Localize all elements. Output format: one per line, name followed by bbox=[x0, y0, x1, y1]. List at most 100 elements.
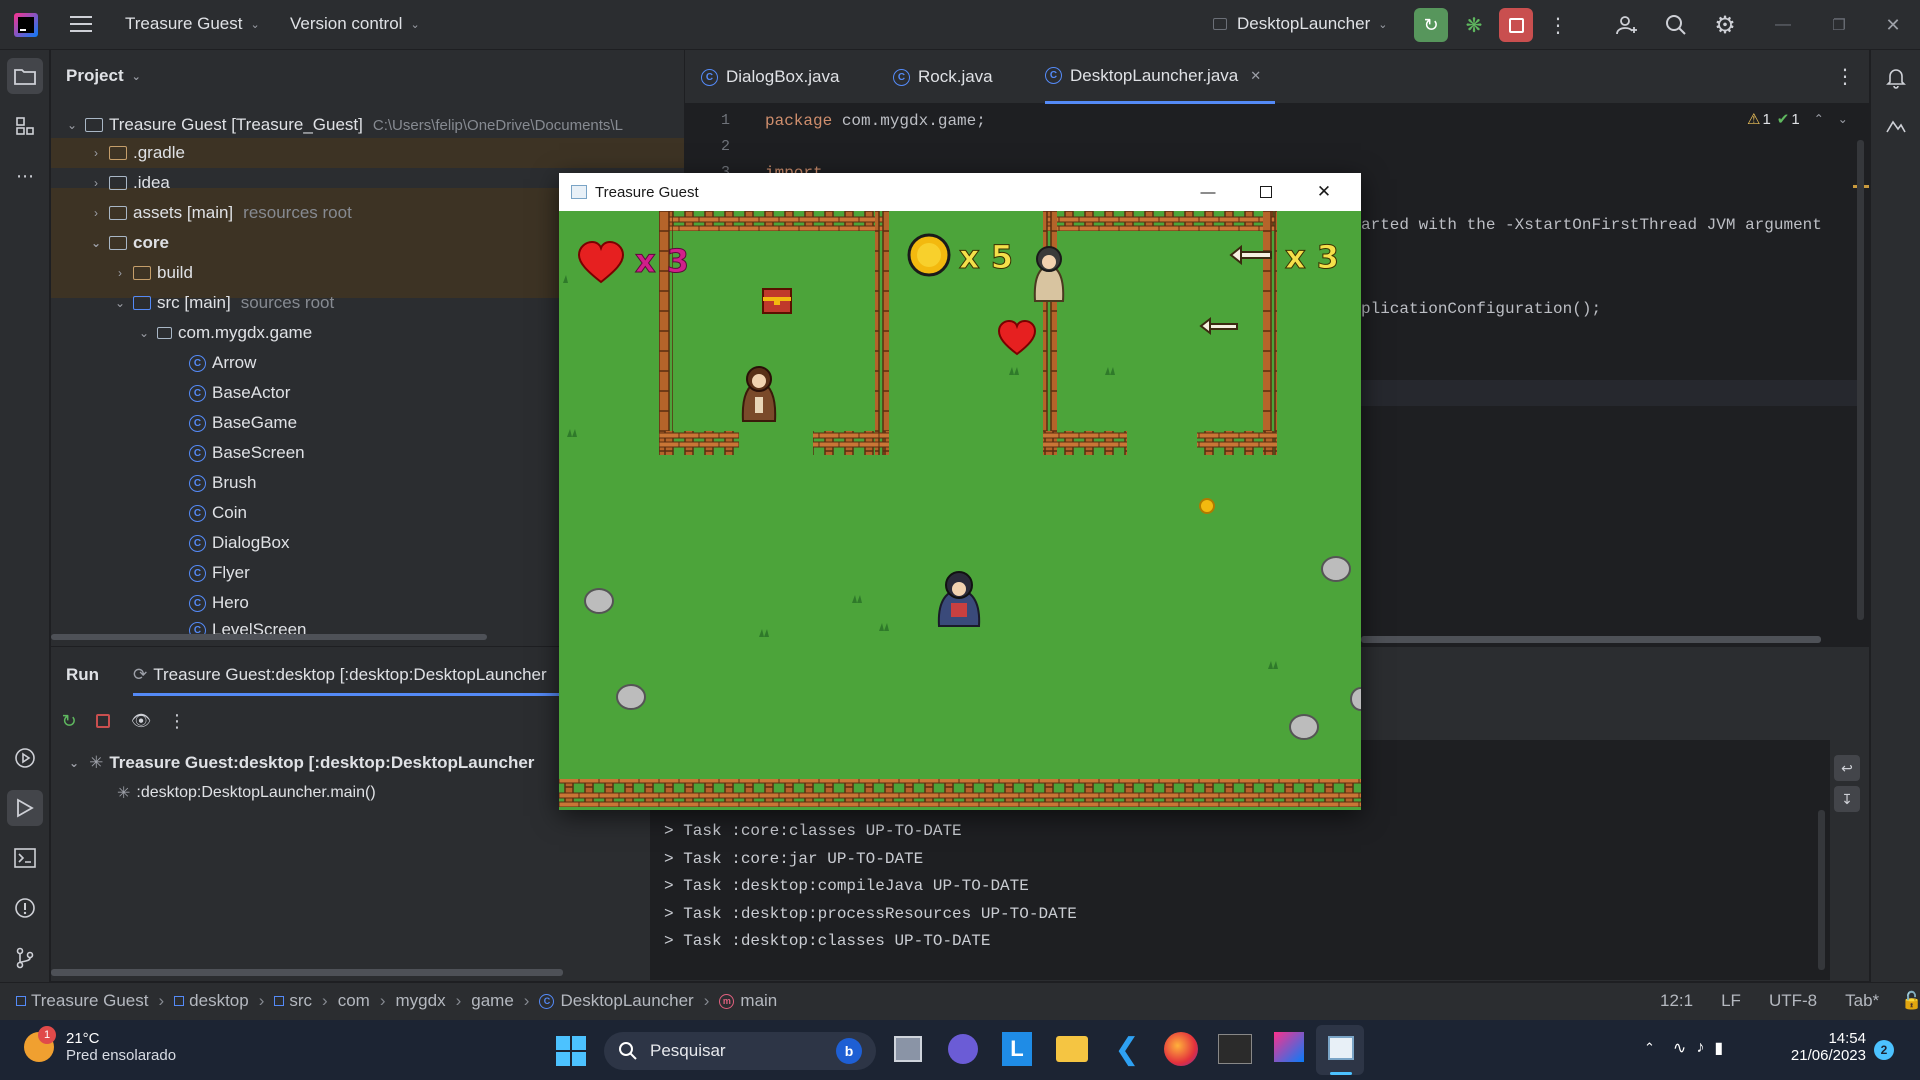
tree-class-item[interactable]: C BaseScreen bbox=[189, 438, 305, 468]
run-tool-button[interactable] bbox=[7, 790, 43, 826]
game-window[interactable]: Treasure Guest — ✕ x 3 x 5 x 3 bbox=[559, 173, 1361, 810]
java-app-icon[interactable] bbox=[1328, 1036, 1354, 1060]
system-tray[interactable]: ⌃ ∿ ♪ ▮ bbox=[1644, 1038, 1723, 1058]
add-user-icon[interactable] bbox=[1612, 10, 1642, 40]
tree-item-src[interactable]: ⌄ src [main] sources root bbox=[111, 288, 334, 318]
tree-class-item[interactable]: C BaseGame bbox=[189, 408, 297, 438]
problems-icon[interactable] bbox=[7, 890, 43, 926]
breadcrumb-item[interactable]: game bbox=[471, 991, 514, 1011]
vscode-icon[interactable]: ❮ bbox=[1110, 1032, 1144, 1066]
lock-icon[interactable]: 🔓 bbox=[1901, 991, 1920, 1011]
wifi-icon[interactable]: ∿ bbox=[1673, 1038, 1686, 1058]
project-panel-header[interactable]: Project ⌄ bbox=[66, 66, 141, 86]
chevron-up-icon[interactable]: ⌃ bbox=[1814, 112, 1824, 126]
ai-assistant-icon[interactable] bbox=[1878, 108, 1914, 144]
more-actions-icon[interactable]: ⋮ bbox=[1548, 10, 1568, 40]
soft-wrap-icon[interactable]: ↩ bbox=[1834, 755, 1860, 781]
game-scene[interactable]: x 3 x 5 x 3 bbox=[559, 211, 1361, 810]
intellij-app-icon[interactable] bbox=[1274, 1032, 1304, 1062]
vcs-selector[interactable]: Version control ⌄ bbox=[290, 14, 420, 34]
teams-chat-icon[interactable] bbox=[948, 1034, 978, 1064]
close-tab-icon[interactable]: ✕ bbox=[1250, 68, 1261, 84]
taskbar-search[interactable]: Pesquisar b bbox=[604, 1032, 876, 1070]
terminal-app-icon[interactable] bbox=[1218, 1034, 1252, 1064]
tree-class-item[interactable]: C BaseActor bbox=[189, 378, 290, 408]
chevron-down-icon[interactable]: ⌄ bbox=[1838, 112, 1848, 126]
run-tree-scrollbar[interactable] bbox=[51, 969, 563, 976]
rerun-icon[interactable]: ↻ bbox=[57, 709, 81, 733]
tree-class-item[interactable]: C Hero bbox=[189, 588, 249, 618]
firefox-icon[interactable] bbox=[1164, 1032, 1198, 1066]
task-view-icon[interactable] bbox=[894, 1036, 922, 1062]
notifications-bell-icon[interactable] bbox=[1878, 60, 1914, 96]
code-partial-line[interactable]: plicationConfiguration(); bbox=[1361, 300, 1601, 318]
game-window-titlebar[interactable]: Treasure Guest — ✕ bbox=[559, 173, 1361, 211]
rerun-button[interactable]: ↻ bbox=[1414, 8, 1448, 42]
code-partial-line[interactable]: arted with the -XstartOnFirstThread JVM … bbox=[1361, 216, 1822, 234]
tab-desktoplauncher[interactable]: C DesktopLauncher.java ✕ bbox=[1045, 50, 1276, 104]
eye-icon[interactable]: 👁 bbox=[129, 709, 153, 733]
breadcrumb-item[interactable]: Treasure Guest bbox=[16, 991, 148, 1011]
close-icon[interactable]: ✕ bbox=[1311, 179, 1337, 205]
tab-options-icon[interactable]: ⋮ bbox=[1835, 64, 1855, 89]
project-tool-button[interactable] bbox=[7, 58, 43, 94]
file-explorer-icon[interactable] bbox=[1056, 1036, 1088, 1062]
tab-dialogbox[interactable]: C DialogBox.java bbox=[701, 50, 839, 104]
volume-icon[interactable]: ♪ bbox=[1696, 1039, 1704, 1057]
tree-item-build[interactable]: › build bbox=[111, 258, 193, 288]
code-line-1[interactable]: package com.mygdx.game; bbox=[765, 108, 986, 134]
tree-item-gradle[interactable]: › .gradle bbox=[87, 138, 185, 168]
more-actions-icon[interactable]: ⋮ bbox=[168, 709, 186, 733]
structure-tool-button[interactable] bbox=[7, 108, 43, 144]
tree-class-item[interactable]: C Coin bbox=[189, 498, 247, 528]
tree-class-item[interactable]: C Brush bbox=[189, 468, 256, 498]
caret-position[interactable]: 12:1 bbox=[1660, 991, 1693, 1011]
minimize-icon[interactable]: — bbox=[1770, 12, 1796, 38]
libreoffice-icon[interactable]: L bbox=[1002, 1032, 1032, 1066]
editor-horizontal-scrollbar[interactable] bbox=[1361, 636, 1821, 643]
inspection-widget[interactable]: ⚠ 1 ✔ 1 ⌃ ⌄ bbox=[1747, 110, 1848, 129]
tree-item-core[interactable]: ⌄ core bbox=[87, 228, 169, 258]
run-tree-root[interactable]: ⌄ ✳ Treasure Guest:desktop [:desktop:Des… bbox=[69, 753, 534, 773]
minimize-icon[interactable]: — bbox=[1195, 179, 1221, 205]
battery-icon[interactable]: ▮ bbox=[1714, 1038, 1723, 1058]
tab-rock[interactable]: C Rock.java bbox=[893, 50, 993, 104]
tree-root[interactable]: ⌄ Treasure Guest [Treasure_Guest] C:\Use… bbox=[63, 110, 623, 140]
services-icon[interactable] bbox=[7, 740, 43, 776]
close-icon[interactable]: ✕ bbox=[1880, 12, 1906, 38]
breadcrumb-item[interactable]: C DesktopLauncher bbox=[539, 991, 694, 1011]
vertical-scrollbar[interactable] bbox=[1857, 140, 1864, 620]
tree-class-item[interactable]: C Arrow bbox=[189, 348, 256, 378]
indent-setting[interactable]: Tab* bbox=[1845, 991, 1879, 1011]
weather-widget[interactable]: 1 21°C Pred ensolarado bbox=[24, 1026, 176, 1064]
git-branch-icon[interactable] bbox=[7, 940, 43, 976]
scroll-to-end-icon[interactable]: ↧ bbox=[1834, 786, 1860, 812]
stop-button[interactable] bbox=[1499, 8, 1533, 42]
run-tab[interactable]: ⟳ Treasure Guest:desktop [:desktop:Deskt… bbox=[133, 665, 547, 685]
stop-icon[interactable] bbox=[91, 709, 115, 733]
run-tree-child[interactable]: ✳ :desktop:DesktopLauncher.main() bbox=[117, 783, 376, 803]
tree-item-package[interactable]: ⌄ com.mygdx.game bbox=[135, 318, 312, 348]
horizontal-scrollbar[interactable] bbox=[51, 634, 487, 640]
console-scrollbar[interactable] bbox=[1818, 810, 1825, 970]
restore-icon[interactable]: ❐ bbox=[1826, 12, 1852, 38]
settings-gear-icon[interactable]: ⚙ bbox=[1710, 10, 1740, 40]
more-tools-icon[interactable]: ⋯ bbox=[7, 158, 43, 194]
run-config-selector[interactable]: DesktopLauncher ⌄ bbox=[1213, 14, 1387, 34]
debug-button[interactable]: ❋ bbox=[1457, 8, 1491, 42]
tree-item-idea[interactable]: › .idea bbox=[87, 168, 170, 198]
file-encoding[interactable]: UTF-8 bbox=[1769, 991, 1817, 1011]
breadcrumb-item[interactable]: mygdx bbox=[396, 991, 446, 1011]
tree-class-item[interactable]: C Flyer bbox=[189, 558, 250, 588]
line-separator[interactable]: LF bbox=[1721, 991, 1741, 1011]
breadcrumb-item[interactable]: m main bbox=[719, 991, 777, 1011]
main-menu-icon[interactable] bbox=[70, 16, 92, 32]
breadcrumb-item[interactable]: desktop bbox=[174, 991, 249, 1011]
clock[interactable]: 14:54 21/06/2023 bbox=[1780, 1030, 1866, 1064]
breadcrumb-item[interactable]: com bbox=[338, 991, 370, 1011]
terminal-icon[interactable] bbox=[7, 840, 43, 876]
breadcrumb-item[interactable]: src bbox=[274, 991, 312, 1011]
maximize-icon[interactable] bbox=[1253, 179, 1279, 205]
chevron-up-icon[interactable]: ⌃ bbox=[1644, 1040, 1655, 1056]
tree-class-item[interactable]: C DialogBox bbox=[189, 528, 290, 558]
